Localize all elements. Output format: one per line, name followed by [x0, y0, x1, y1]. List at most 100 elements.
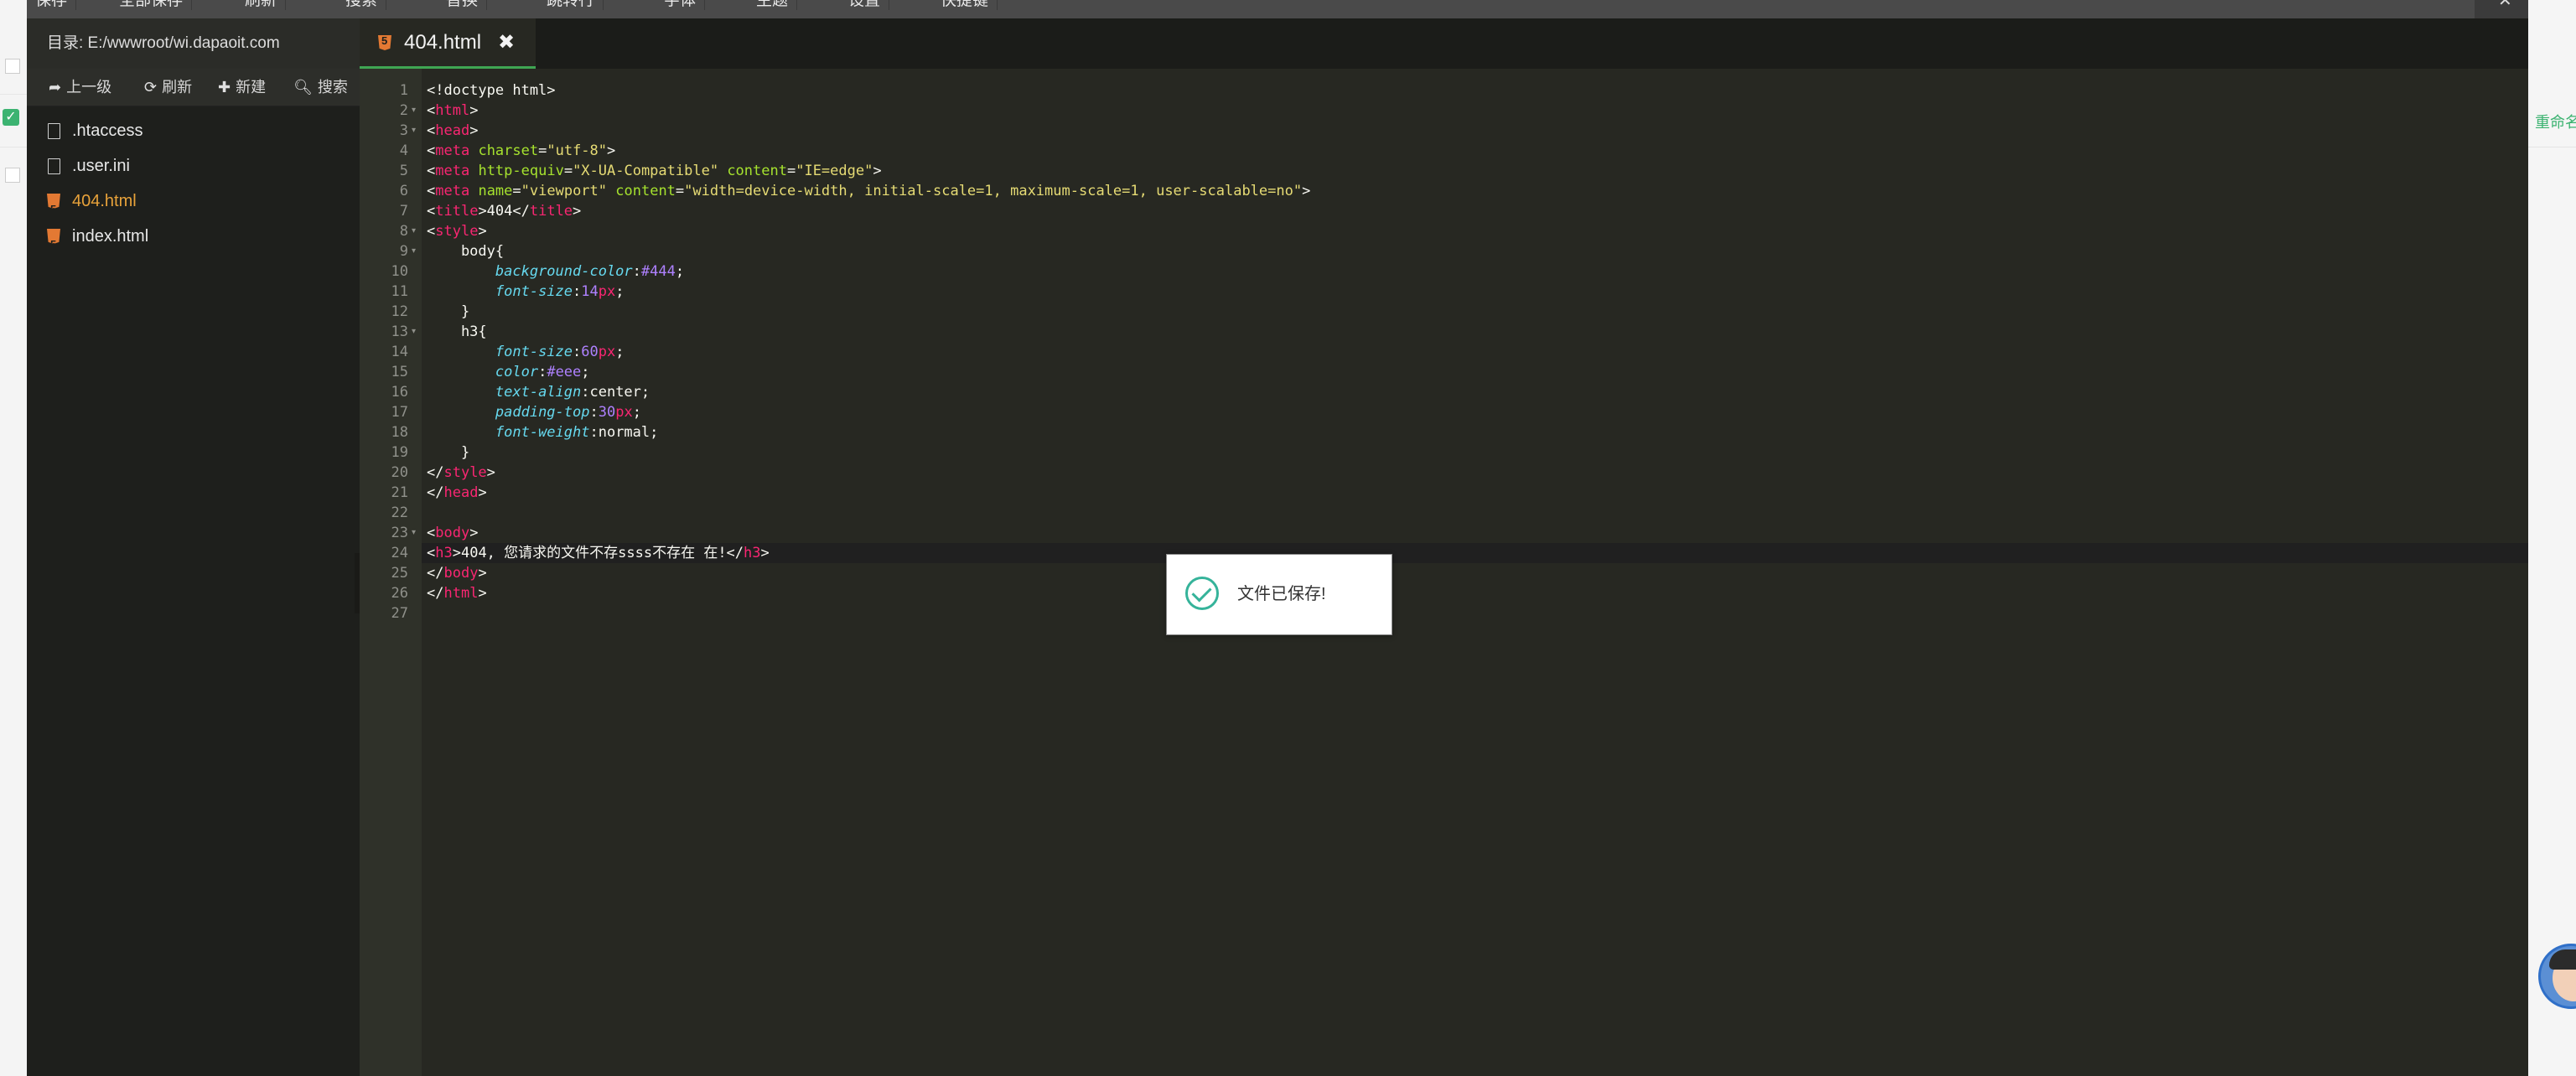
code-token: content	[727, 163, 787, 179]
background-checkbox[interactable]	[5, 59, 20, 74]
toolbar-search[interactable]: 搜索	[337, 0, 387, 10]
search-button[interactable]: 🔍︎ 搜索	[293, 69, 348, 106]
toolbar-shortcuts[interactable]: 快捷键	[932, 0, 998, 10]
code-token: "utf-8"	[547, 142, 608, 159]
rename-link[interactable]: 重命名	[2535, 111, 2576, 132]
background-checkbox[interactable]	[5, 168, 20, 183]
tab-404-html[interactable]: 404.html ✖	[360, 18, 536, 69]
line-number: 5	[399, 163, 408, 179]
code-token: ;	[615, 344, 625, 360]
code-token: >	[478, 585, 487, 602]
close-tab-icon[interactable]: ✖	[498, 18, 515, 67]
code-token: meta	[435, 163, 470, 179]
toolbar-replace[interactable]: 替换	[438, 0, 488, 10]
code-line: </head>	[427, 483, 487, 503]
close-window-icon[interactable]: ✕	[2498, 0, 2512, 11]
code-token: >	[469, 122, 479, 139]
code-token: :center;	[581, 384, 650, 401]
line-number: 23	[391, 525, 408, 541]
line-number: 3	[399, 122, 408, 139]
background-page-left	[0, 0, 28, 1076]
background-divider	[0, 94, 27, 95]
toolbar-save-all[interactable]: 全部保存	[111, 0, 193, 10]
current-directory: 目录: E:/wwwroot/wi.dapaoit.com	[27, 18, 360, 69]
code-line: color:#eee;	[427, 362, 590, 382]
code-token: "width=device-width, initial-scale=1, ma…	[684, 183, 1303, 199]
code-token: ;	[632, 404, 641, 421]
refresh-icon: ⟳	[144, 79, 158, 96]
toast-message: 文件已保存!	[1237, 585, 1326, 603]
line-number: 1	[399, 82, 408, 99]
file-item-user-ini[interactable]: .user.ini	[47, 149, 130, 183]
code-line: <!doctype html>	[427, 80, 556, 101]
toolbar-save[interactable]: 保存	[27, 0, 77, 10]
code-token: title	[435, 203, 479, 220]
line-number: 27	[391, 605, 408, 622]
line-number: 7	[399, 203, 408, 220]
code-token: </	[427, 565, 444, 582]
code-token: :	[589, 404, 599, 421]
fold-arrow-icon[interactable]: ▾	[412, 101, 420, 121]
line-number: 24	[391, 545, 408, 561]
toolbar-goto-line[interactable]: 跳转行	[538, 0, 604, 10]
online-editor-window: 保存 全部保存 刷新 搜索 替换 跳转行 字体 主题 设置 快捷键 ✕ 目录: …	[27, 0, 2528, 1076]
code-token: <	[427, 122, 436, 139]
new-button[interactable]: ✚ 新建	[218, 69, 266, 106]
fold-arrow-icon[interactable]: ▾	[412, 241, 420, 261]
code-line: </body>	[427, 563, 487, 583]
code-token: html	[443, 585, 479, 602]
code-token: charset	[478, 142, 539, 159]
up-level-button[interactable]: ➦ 上一级	[49, 69, 111, 106]
code-token: >	[469, 525, 479, 541]
toolbar-font[interactable]: 字体	[656, 0, 706, 10]
code-line: </style>	[427, 463, 495, 483]
code-token: "IE=edge"	[796, 163, 873, 179]
code-token: </	[427, 464, 444, 481]
code-token: =	[675, 183, 685, 199]
toolbar-refresh[interactable]: 刷新	[236, 0, 287, 10]
toolbar-theme[interactable]: 主题	[748, 0, 798, 10]
code-line: h3{	[427, 322, 487, 342]
background-checkbox-checked[interactable]: ✓	[3, 109, 19, 126]
fold-arrow-icon[interactable]: ▾	[412, 221, 420, 241]
code-token: >	[469, 102, 479, 119]
code-token: :	[573, 283, 582, 300]
code-line: <meta name="viewport" content="width=dev…	[427, 181, 1310, 201]
line-number: 18	[391, 424, 408, 441]
fold-arrow-icon[interactable]: ▾	[412, 523, 420, 543]
code-line: <meta charset="utf-8">	[427, 141, 615, 161]
sidebar-tools: ➦ 上一级 ⟳ 刷新 ✚ 新建 🔍︎ 搜索	[27, 69, 360, 106]
code-token: body	[435, 525, 470, 541]
code-editor[interactable]: <!doctype html> <html> <head> <meta charset…	[422, 69, 2528, 1076]
code-token: =	[786, 163, 796, 179]
code-token: body{	[427, 243, 505, 260]
code-token: <	[427, 102, 436, 119]
file-item-htaccess[interactable]: .htaccess	[47, 114, 143, 147]
code-token: ;	[615, 283, 625, 300]
fold-arrow-icon[interactable]: ▾	[412, 322, 420, 342]
fold-arrow-icon[interactable]: ▾	[412, 121, 420, 141]
code-token: >	[478, 223, 487, 240]
line-number: 2	[399, 102, 408, 119]
code-token: <	[427, 142, 436, 159]
line-number: 12	[391, 303, 408, 320]
code-token: ;	[675, 263, 685, 280]
code-token: html	[435, 102, 470, 119]
toolbar-settings[interactable]: 设置	[840, 0, 890, 10]
code-line: font-size:60px;	[427, 342, 625, 362]
code-token: body	[443, 565, 479, 582]
code-token: <!doctype html>	[427, 82, 556, 99]
html5-icon	[378, 35, 391, 54]
line-number: 19	[391, 444, 408, 461]
file-item-index-html[interactable]: index.html	[47, 220, 148, 253]
file-item-404-html[interactable]: 404.html	[47, 184, 137, 218]
code-line: body{	[427, 241, 504, 261]
code-token: content	[615, 183, 676, 199]
refresh-button[interactable]: ⟳ 刷新	[144, 69, 192, 106]
code-token: title	[529, 203, 573, 220]
plus-icon: ✚	[218, 79, 231, 96]
code-token: h3{	[427, 323, 487, 340]
code-token: <	[427, 545, 436, 561]
background-page-right	[2528, 0, 2576, 1076]
